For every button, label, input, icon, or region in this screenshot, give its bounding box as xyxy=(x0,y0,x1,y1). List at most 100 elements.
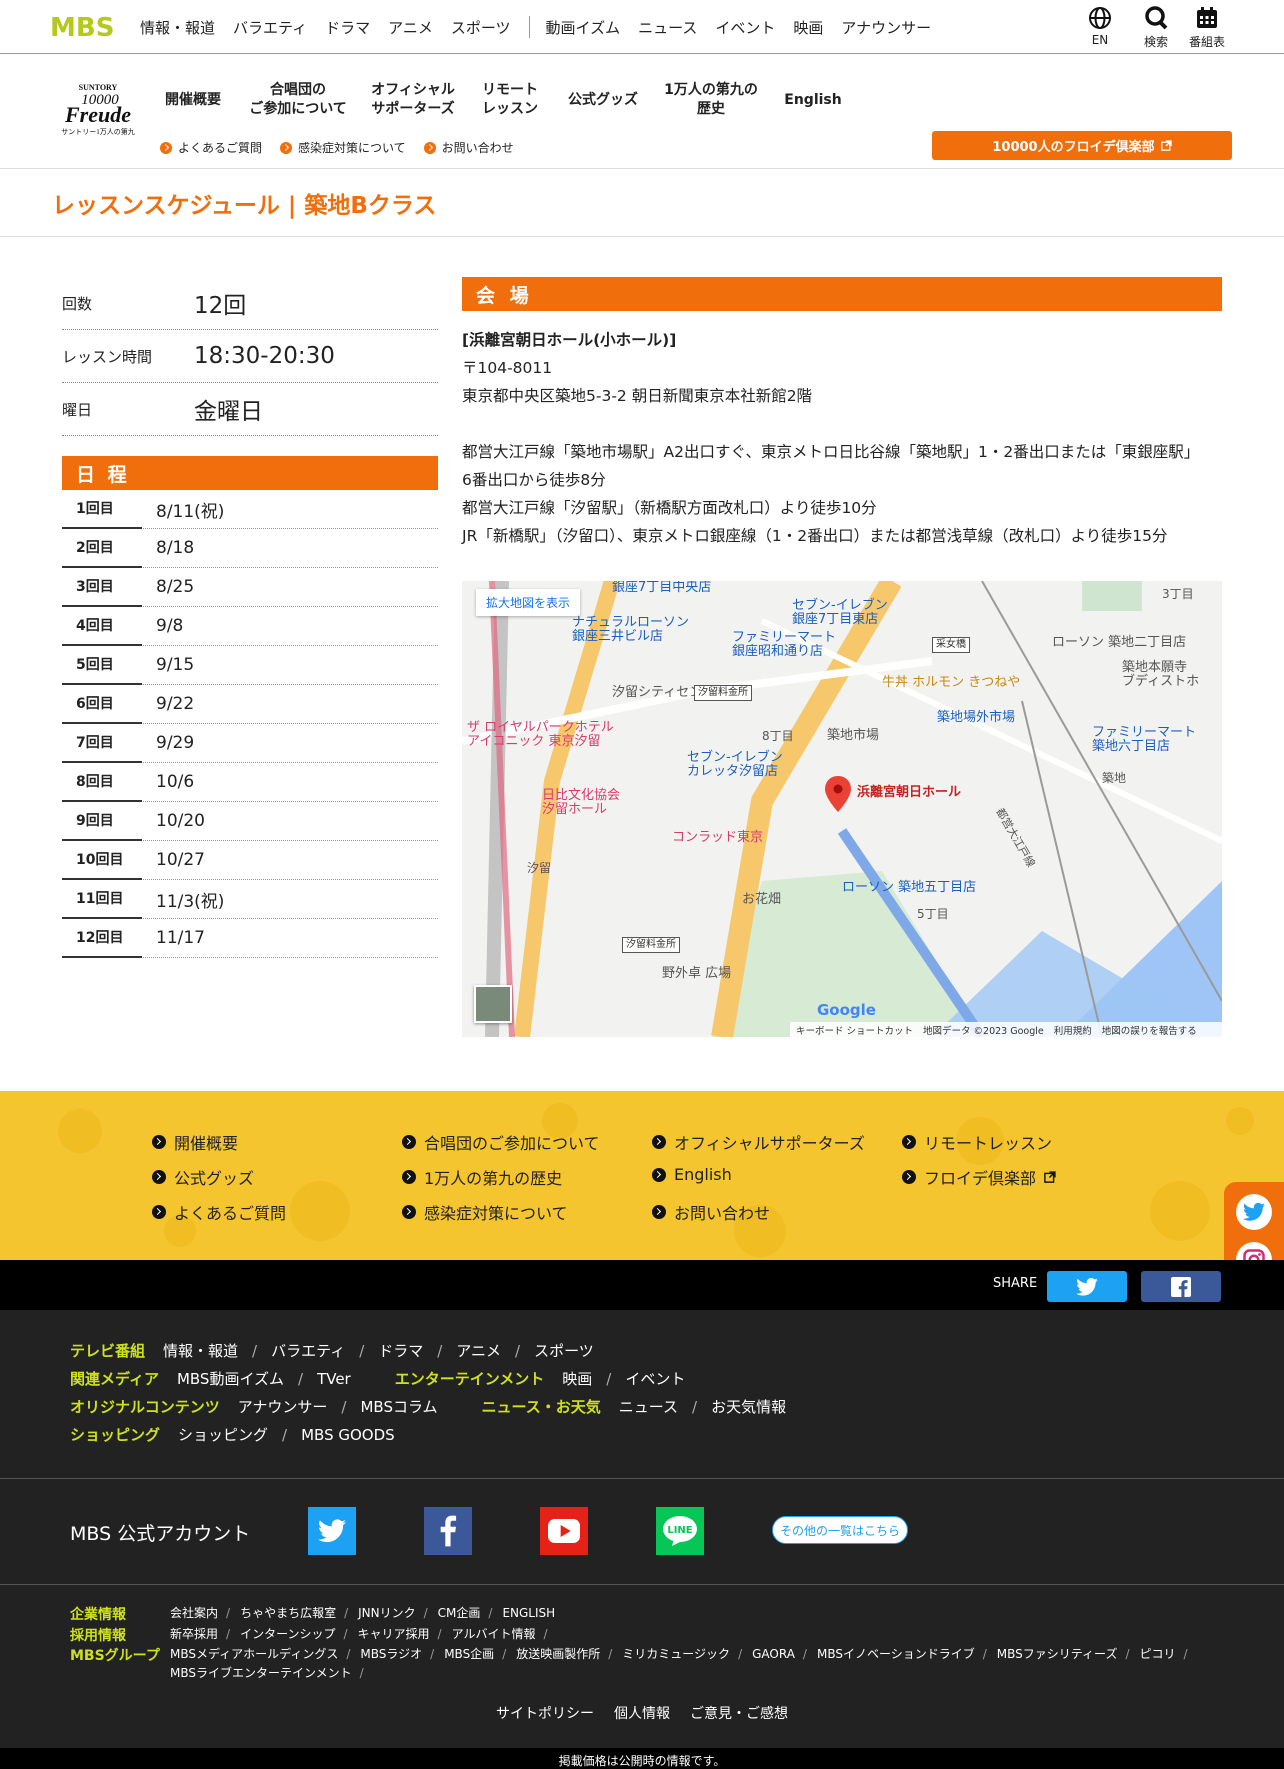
footer-nav-link[interactable]: 公式グッズ xyxy=(152,1165,254,1189)
footer-category[interactable]: エンターテインメント xyxy=(395,1368,545,1389)
map-report-link[interactable]: 地図の誤りを報告する xyxy=(1102,1023,1197,1037)
corp-link[interactable]: JNNリンク xyxy=(358,1606,416,1620)
site-policy-link[interactable]: サイトポリシー xyxy=(496,1703,594,1723)
subnav-link[interactable]: よくあるご質問 xyxy=(160,139,262,156)
corp-link[interactable]: MBSイノベーションドライブ xyxy=(817,1647,975,1661)
map-place-label[interactable]: 築地本願寺 ブディストホ xyxy=(1122,661,1199,689)
corp-link[interactable]: MBSラジオ xyxy=(360,1647,422,1661)
footer-category[interactable]: ショッピング xyxy=(70,1424,160,1445)
footer-link[interactable]: TVer xyxy=(317,1370,351,1388)
map-place-label[interactable]: 築地場外市場 xyxy=(937,711,1015,725)
map-place-label[interactable]: 築地市場 xyxy=(827,729,879,743)
subnav-link[interactable]: 感染症対策について xyxy=(280,139,406,156)
other-accounts-button[interactable]: その他の一覧はこちら xyxy=(772,1516,908,1544)
enlarge-map-link[interactable]: 拡大地図を表示 xyxy=(476,589,581,616)
corp-link[interactable]: キャリア採用 xyxy=(358,1627,430,1641)
footer-nav-link[interactable]: 感染症対策について xyxy=(402,1200,568,1224)
privacy-link[interactable]: 個人情報 xyxy=(614,1703,670,1723)
map-place-label[interactable]: ザ ロイヤルパークホテル アイコニック 東京汐留 xyxy=(467,721,614,749)
map-place-label[interactable]: 野外卓 広場 xyxy=(662,967,731,981)
corp-link[interactable]: CM企画 xyxy=(438,1606,481,1620)
global-nav-item[interactable]: ドラマ xyxy=(325,17,370,38)
map-place-label[interactable]: ファミリーマート 銀座昭和通り店 xyxy=(732,631,836,659)
footer-link[interactable]: アニメ xyxy=(456,1340,501,1361)
freude-logo[interactable]: SUNTORY 10000 Freude サントリー1万人の第九 xyxy=(52,82,142,136)
site-nav-item[interactable]: 合唱団の ご参加について xyxy=(245,81,351,119)
footer-category[interactable]: 企業情報 xyxy=(70,1604,170,1624)
map-place-label[interactable]: お花畑 xyxy=(742,893,781,907)
share-twitter-button[interactable] xyxy=(1047,1271,1127,1302)
global-nav-item[interactable]: イベント xyxy=(715,17,775,38)
language-button[interactable]: EN xyxy=(1088,6,1112,47)
corp-link[interactable]: インターンシップ xyxy=(240,1627,335,1641)
footer-link[interactable]: イベント xyxy=(625,1368,685,1389)
global-nav-item[interactable]: 情報・報道 xyxy=(140,17,215,38)
corp-link[interactable]: 会社案内 xyxy=(170,1606,218,1620)
footer-nav-link[interactable]: リモートレッスン xyxy=(902,1130,1052,1154)
search-button[interactable]: 検索 xyxy=(1144,6,1168,50)
mbs-twitter-link[interactable] xyxy=(308,1507,356,1555)
global-nav-item[interactable]: バラエティ xyxy=(233,17,307,38)
venue-map[interactable]: 拡大地図を表示 銀座7丁目中央店 セブン-イレブン 銀座7丁目東店 ナチュラルローソ… xyxy=(462,581,1222,1037)
map-place-label[interactable]: 築地 xyxy=(1102,771,1126,785)
footer-nav-link[interactable]: 開催概要 xyxy=(152,1130,238,1154)
corp-link[interactable]: アルバイト情報 xyxy=(452,1627,536,1641)
map-place-label[interactable]: ローソン 築地二丁目店 xyxy=(1052,636,1186,650)
map-place-label[interactable]: 汐留 xyxy=(527,861,551,875)
footer-link[interactable]: MBSコラム xyxy=(360,1396,437,1417)
map-place-label[interactable]: 5丁目 xyxy=(917,907,949,921)
site-nav-item[interactable]: 公式グッズ xyxy=(565,91,641,110)
corp-link[interactable]: ミリカミュージック xyxy=(622,1647,730,1661)
map-place-label[interactable]: セブン-イレブン 銀座7丁目東店 xyxy=(792,599,888,627)
site-nav-item[interactable]: オフィシャル サポーターズ xyxy=(365,81,461,119)
map-place-label[interactable]: 牛丼 ホルモン きつねや xyxy=(882,676,1020,690)
footer-link[interactable]: お天気情報 xyxy=(711,1396,786,1417)
footer-link[interactable]: MBS動画イズム xyxy=(177,1368,284,1389)
corp-link[interactable]: ピコリ xyxy=(1140,1647,1176,1661)
corp-link[interactable]: MBSファシリティーズ xyxy=(997,1647,1118,1661)
global-nav-item[interactable]: ニュース xyxy=(638,17,697,38)
global-nav-item[interactable]: 動画イズム xyxy=(546,17,621,38)
map-place-label[interactable]: コンラッド東京 xyxy=(672,831,763,845)
corp-link[interactable]: MBS企画 xyxy=(444,1647,494,1661)
map-place-label[interactable]: 采女橋 xyxy=(932,637,970,653)
map-terms-link[interactable]: 利用規約 xyxy=(1054,1023,1092,1037)
site-nav-item[interactable]: 開催概要 xyxy=(155,91,231,110)
mbs-logo[interactable]: MBS xyxy=(50,13,120,43)
venue-marker[interactable] xyxy=(825,776,851,816)
footer-link[interactable]: MBS GOODS xyxy=(301,1426,395,1444)
mbs-youtube-link[interactable] xyxy=(540,1507,588,1555)
footer-category[interactable]: オリジナルコンテンツ xyxy=(70,1396,220,1417)
map-place-label[interactable]: 3丁目 xyxy=(1162,587,1194,601)
footer-link[interactable]: 映画 xyxy=(562,1368,592,1389)
map-place-label[interactable]: 日比文化協会 汐留ホール xyxy=(542,789,620,817)
footer-category[interactable]: MBSグループ xyxy=(70,1645,170,1665)
footer-link[interactable]: バラエティ xyxy=(271,1340,345,1361)
footer-link[interactable]: 情報・報道 xyxy=(163,1340,238,1361)
map-place-label[interactable]: 銀座7丁目中央店 xyxy=(612,581,711,595)
twitter-button[interactable] xyxy=(1236,1194,1272,1230)
footer-link[interactable]: アナウンサー xyxy=(238,1396,328,1417)
map-place-label[interactable]: 汐留料金所 xyxy=(694,685,752,701)
footer-category[interactable]: 採用情報 xyxy=(70,1625,170,1645)
satellite-toggle[interactable] xyxy=(474,985,512,1023)
footer-category[interactable]: ニュース・お天気 xyxy=(482,1396,601,1417)
corp-link[interactable]: ちゃやまち広報室 xyxy=(240,1606,336,1620)
footer-link[interactable]: スポーツ xyxy=(534,1340,594,1361)
feedback-link[interactable]: ご意見・ご感想 xyxy=(690,1703,788,1723)
corp-link[interactable]: 新卒採用 xyxy=(170,1627,218,1641)
site-nav-item[interactable]: リモート レッスン xyxy=(475,81,545,119)
map-place-label[interactable]: ファミリーマート 築地六丁目店 xyxy=(1092,726,1196,754)
footer-nav-link[interactable]: オフィシャルサポーターズ xyxy=(652,1130,865,1154)
footer-category[interactable]: テレビ番組 xyxy=(70,1340,145,1361)
corp-link[interactable]: GAORA xyxy=(752,1647,795,1661)
corp-link[interactable]: MBSメディアホールディングス xyxy=(170,1647,338,1661)
freude-club-button[interactable]: 10000人のフロイデ倶楽部 xyxy=(932,131,1232,160)
mbs-line-link[interactable]: LINE xyxy=(656,1507,704,1555)
tv-schedule-button[interactable]: 番組表 xyxy=(1189,6,1225,50)
global-nav-item[interactable]: 映画 xyxy=(793,17,823,38)
footer-nav-link[interactable]: English xyxy=(652,1165,732,1184)
map-place-label[interactable]: 汐留料金所 xyxy=(622,937,680,953)
site-nav-item[interactable]: 1万人の第九の 歴史 xyxy=(659,81,763,119)
mbs-facebook-link[interactable] xyxy=(424,1507,472,1555)
